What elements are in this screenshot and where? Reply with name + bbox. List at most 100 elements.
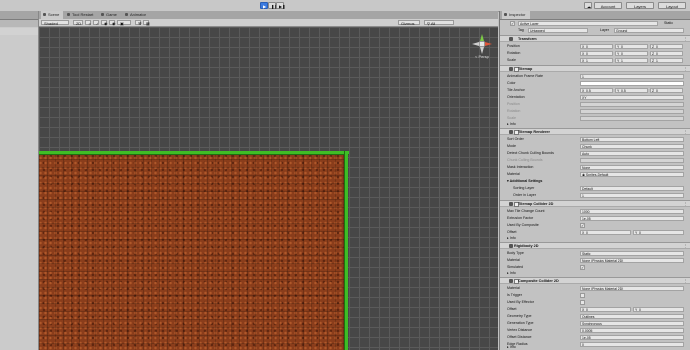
tilemap-header[interactable]: Tilemap ⋮ [500,65,690,72]
physics-material-field[interactable]: None (Physics Material 2D) [580,285,684,291]
audio-icon[interactable]: ♪ [93,20,99,26]
sorting-layer-dropdown[interactable]: Default [580,185,684,191]
additional-settings-foldout[interactable]: ▾ Additional Settings [500,178,690,184]
animation-rate-field[interactable]: 1 [580,73,684,79]
material-field[interactable]: ◉ Sprites-Default [580,171,684,177]
orientation-row: Orientation XY [500,94,690,100]
offset-distance-field[interactable]: 1e-05 [580,334,684,340]
geometry-type-dropdown[interactable]: Outlines [580,313,684,319]
gizmos-dropdown[interactable]: Gizmos [398,20,420,26]
value: 0.5 [586,88,591,93]
lighting-icon[interactable]: ☼ [85,20,92,26]
color-swatch[interactable] [580,80,684,86]
position-y[interactable]: Y0 [615,43,648,49]
rotation-y[interactable]: Y0 [615,50,648,56]
offset-y[interactable]: Y0 [633,306,684,312]
mode-dropdown[interactable]: Chunk [580,143,684,149]
physics-material-field[interactable]: None (Physics Material 2D) [580,257,684,263]
rigidbody-info-foldout[interactable]: ▸ Info [500,270,690,276]
shading-mode-dropdown[interactable]: Shaded [41,20,69,26]
generation-type-row: Generation Type Synchronous [500,320,690,326]
rotation-x[interactable]: X0 [580,50,613,56]
anchor-z[interactable]: Z0 [650,87,683,93]
pause-button[interactable]: ❚❚ [268,2,278,9]
component-menu-icon[interactable]: ⋮ [683,201,687,207]
offset-x[interactable]: X0 [580,306,631,312]
generation-type-dropdown[interactable]: Synchronous [580,320,684,326]
tab-animator[interactable]: Animator [123,11,151,19]
hidden-objects-icon[interactable]: ◉ [109,20,116,26]
component-menu-icon[interactable]: ⋮ [683,36,687,42]
tag-dropdown[interactable]: Untagged [528,27,588,33]
composite-collider-header[interactable]: Composite Collider 2D ⋮ [500,277,690,284]
tab-scene[interactable]: Scene [41,11,63,19]
tilemap-renderer-header[interactable]: Tilemap Renderer ⋮ [500,128,690,135]
field-label: Detect Chunk Culling Bounds [507,151,554,155]
effects-icon[interactable]: ◉ [101,20,108,26]
composite-material-row: Material None (Physics Material 2D) [500,285,690,291]
position-z[interactable]: Z0 [650,43,683,49]
position-x[interactable]: X0 [580,43,613,49]
tilemap-info-foldout[interactable]: ▸ Info [500,121,690,127]
vertex-distance-field[interactable]: 0.0005 [580,327,684,333]
max-tile-change-field[interactable]: 1000 [580,208,684,214]
tab-tool-restart[interactable]: Tool Restart [65,11,99,19]
offset-x[interactable]: X0 [580,229,631,235]
sort-order-dropdown[interactable]: Bottom Left [580,136,684,142]
anchor-y[interactable]: Y 0.5 [615,87,648,93]
scale-z[interactable]: Z1 [650,57,683,63]
scene-viewport[interactable]: < Persp [39,27,498,350]
component-menu-icon[interactable]: ⋮ [683,129,687,135]
orientation-gizmo-icon[interactable] [471,33,493,55]
text: Info [509,271,516,275]
value: Sprites-Default [585,172,609,177]
scale-y[interactable]: Y1 [615,57,648,63]
grid-icon[interactable]: ▦ [143,20,150,26]
2d-toggle[interactable]: 2D [73,20,83,26]
simulated-checkbox[interactable]: ✓ [580,264,585,270]
rotation-z[interactable]: Z0 [650,50,683,56]
body-type-dropdown[interactable]: Static [580,250,684,256]
object-name-field[interactable]: Active Layer [518,20,658,26]
scene-search-input[interactable]: ⚲ All [424,20,454,26]
mask-dropdown[interactable]: None [580,164,684,170]
step-button[interactable]: ▶❚ [276,2,285,9]
used-by-composite-checkbox[interactable]: ✓ [580,222,585,228]
orientation-dropdown[interactable]: XY [580,94,684,100]
rigidbody-header[interactable]: Rigidbody 2D ⋮ [500,242,690,249]
collider-info-foldout[interactable]: ▸ Info [500,235,690,241]
extrusion-field[interactable]: 1e-05 [580,215,684,221]
hierarchy-row[interactable] [0,28,38,35]
is-trigger-checkbox[interactable] [580,292,585,298]
transform-header[interactable]: Transform ⋮ [500,35,690,42]
component-menu-icon[interactable]: ⋮ [683,243,687,249]
tab-inspector[interactable]: Inspector [502,11,530,19]
order-in-layer-field[interactable]: 1 [580,192,684,198]
layers-dropdown[interactable]: Layers [626,2,654,9]
hierarchy-tab-strip[interactable] [0,11,38,20]
persp-label[interactable]: < Persp [475,54,489,59]
active-checkbox[interactable]: ✓ [510,20,515,26]
component-menu-icon[interactable]: ⋮ [683,278,687,284]
hierarchy-search[interactable] [0,20,38,27]
static-checkbox[interactable]: Static [664,20,673,26]
tilemap-collider-header[interactable]: Tilemap Collider 2D ⋮ [500,200,690,207]
anchor-x[interactable]: X 0.5 [580,87,613,93]
offset-y[interactable]: Y0 [633,229,684,235]
cloud-icon[interactable]: ☁ [584,2,592,9]
detect-bounds-dropdown[interactable]: Auto [580,150,684,156]
play-button[interactable]: ▶ [260,2,268,9]
account-dropdown[interactable]: Account [594,2,622,9]
layer-dropdown[interactable]: Ground [614,27,684,33]
tab-game[interactable]: Game [99,11,121,19]
value: 0 [621,44,623,49]
field-label: Vertex Distance [507,328,533,332]
layout-dropdown[interactable]: Layout [658,2,686,9]
tools-icon[interactable]: ⚒ [135,20,142,26]
component-menu-icon[interactable]: ⋮ [683,66,687,72]
scale-x[interactable]: X1 [580,57,613,63]
used-by-effector-checkbox[interactable] [580,299,585,305]
camera-icon[interactable]: ▣ [117,20,131,26]
composite-info-foldout[interactable]: ▸ Info [500,344,690,350]
value: 0 [639,230,641,235]
